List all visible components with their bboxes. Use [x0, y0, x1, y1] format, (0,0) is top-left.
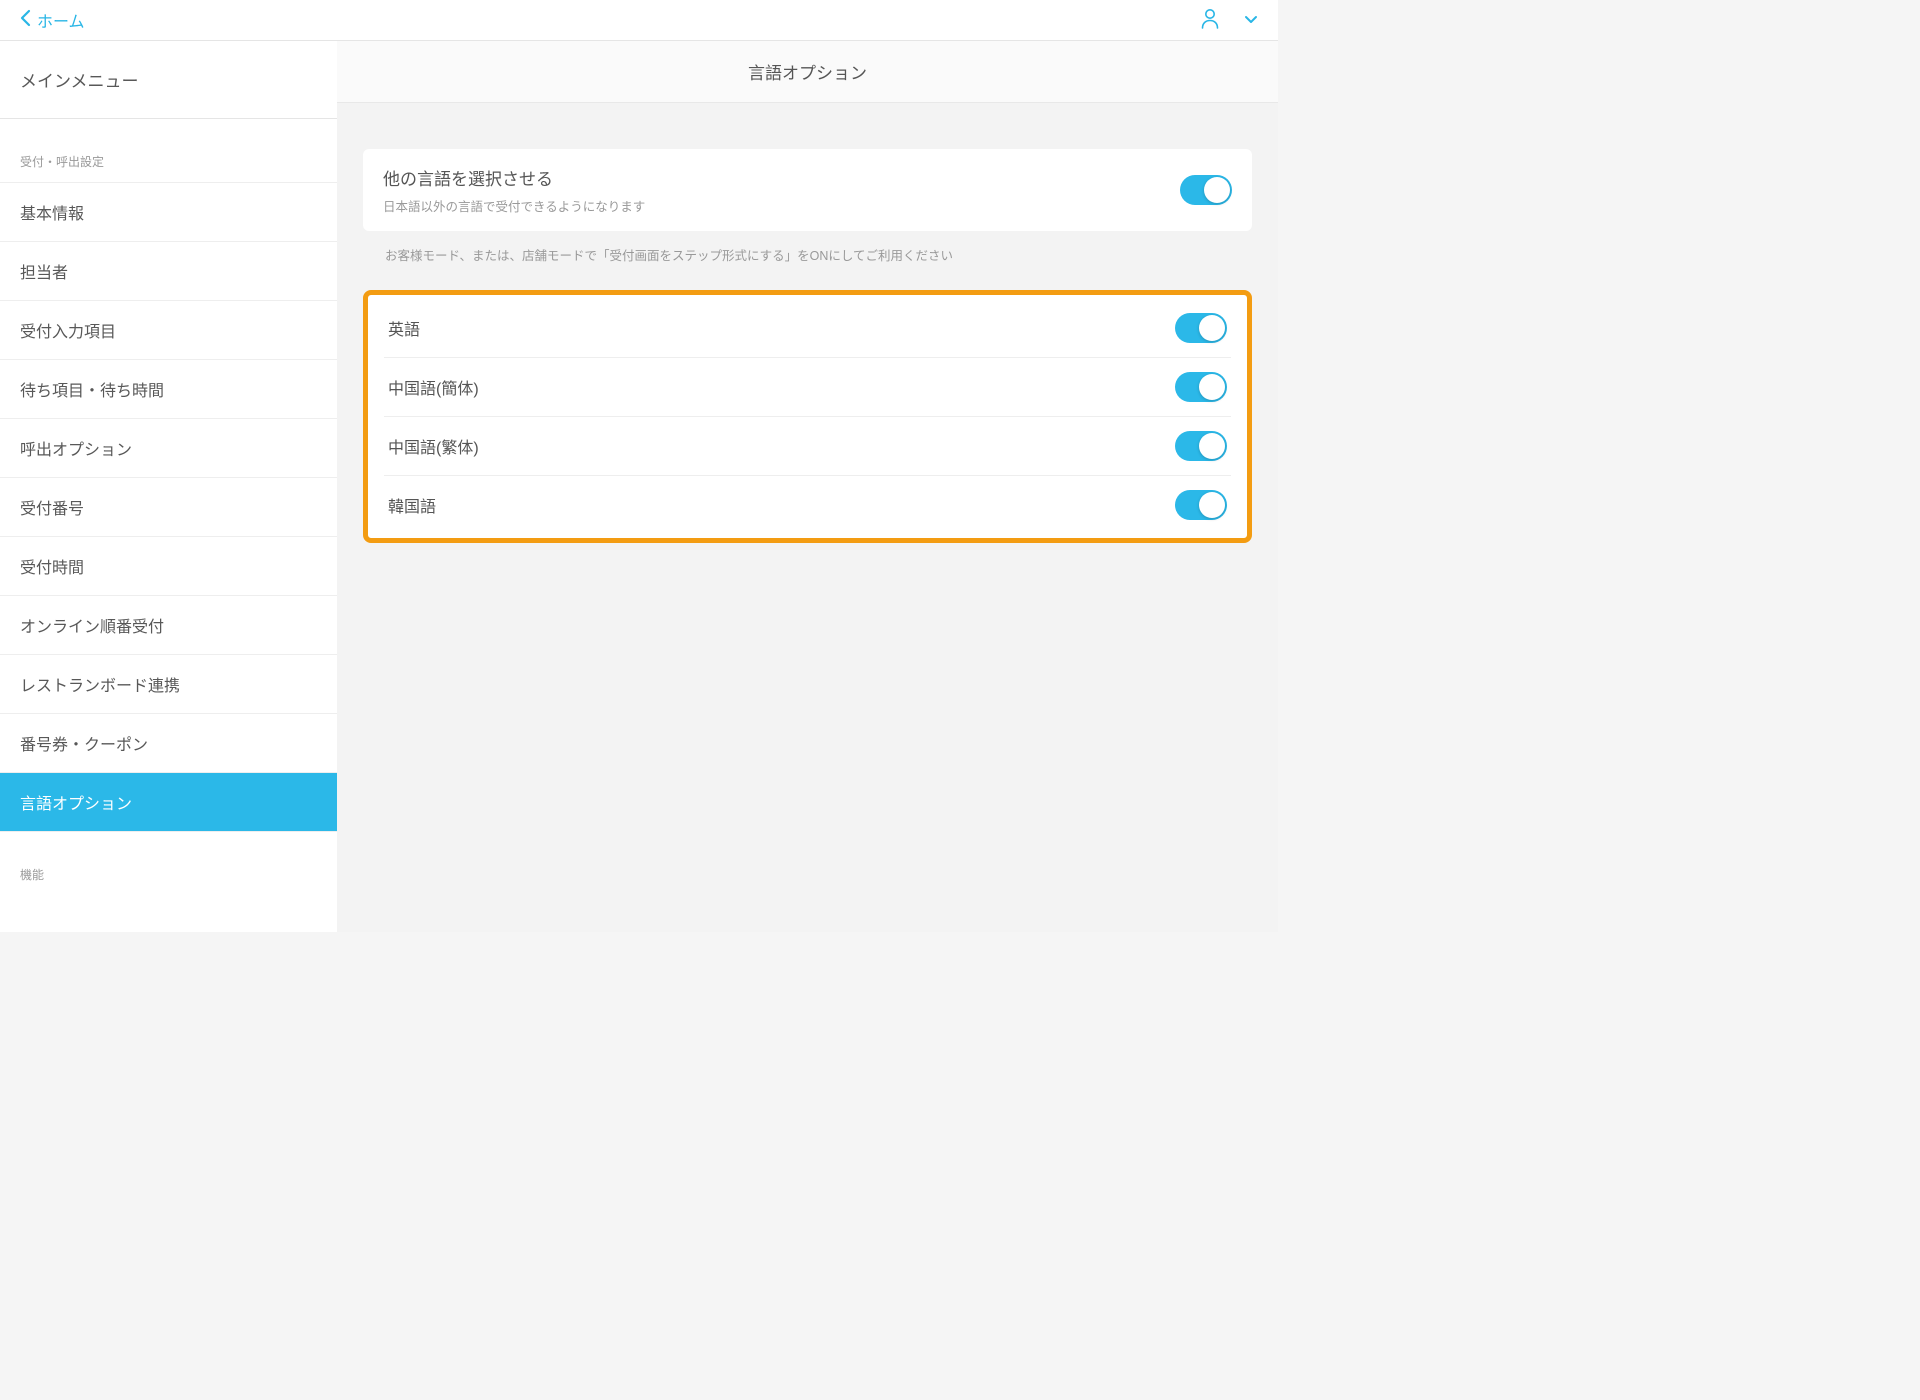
toggle-knob — [1199, 315, 1225, 341]
language-toggle-korean[interactable] — [1175, 490, 1227, 520]
sidebar-section-label: 受付・呼出設定 — [0, 119, 337, 182]
sidebar-item-reception-number[interactable]: 受付番号 — [0, 478, 337, 537]
sidebar-item-wait-items[interactable]: 待ち項目・待ち時間 — [0, 360, 337, 419]
sidebar-item-reception-time[interactable]: 受付時間 — [0, 537, 337, 596]
toggle-knob — [1199, 433, 1225, 459]
user-icon[interactable] — [1200, 7, 1220, 34]
language-toggle-english[interactable] — [1175, 313, 1227, 343]
language-row-chinese-traditional: 中国語(繁体) — [384, 417, 1231, 476]
sidebar-item-restaurant-board[interactable]: レストランボード連携 — [0, 655, 337, 714]
language-toggle-chinese-traditional[interactable] — [1175, 431, 1227, 461]
language-toggle-chinese-simplified[interactable] — [1175, 372, 1227, 402]
language-row-korean: 韓国語 — [384, 476, 1231, 534]
language-row-chinese-simplified: 中国語(簡体) — [384, 358, 1231, 417]
language-row-english: 英語 — [384, 299, 1231, 358]
card-title: 他の言語を選択させる — [383, 165, 1180, 190]
sidebar-item-reception-fields[interactable]: 受付入力項目 — [0, 301, 337, 360]
back-button[interactable]: ホーム — [20, 8, 85, 32]
language-label: 英語 — [388, 316, 420, 340]
main-panel: 言語オプション 他の言語を選択させる 日本語以外の言語で受付できるようになります… — [337, 41, 1278, 932]
language-label: 中国語(繁体) — [388, 434, 479, 458]
app-header: ホーム — [0, 0, 1278, 41]
page-title: 言語オプション — [337, 41, 1278, 103]
toggle-knob — [1199, 374, 1225, 400]
header-right — [1200, 7, 1258, 34]
enable-other-languages-toggle[interactable] — [1180, 175, 1232, 205]
toggle-knob — [1199, 492, 1225, 518]
languages-highlighted-box: 英語 中国語(簡体) 中国語(繁体) — [363, 290, 1252, 543]
card-subtitle: 日本語以外の言語で受付できるようになります — [383, 196, 1180, 215]
sidebar-section-label-2: 機能 — [0, 832, 337, 895]
enable-other-languages-card: 他の言語を選択させる 日本語以外の言語で受付できるようになります — [363, 149, 1252, 231]
language-label: 韓国語 — [388, 493, 436, 517]
sidebar-item-basic-info[interactable]: 基本情報 — [0, 182, 337, 242]
sidebar-item-staff[interactable]: 担当者 — [0, 242, 337, 301]
sidebar-item-ticket-coupon[interactable]: 番号券・クーポン — [0, 714, 337, 773]
back-label: ホーム — [37, 8, 85, 32]
toggle-knob — [1204, 177, 1230, 203]
language-label: 中国語(簡体) — [388, 375, 479, 399]
sidebar-item-call-options[interactable]: 呼出オプション — [0, 419, 337, 478]
chevron-down-icon[interactable] — [1244, 11, 1258, 29]
chevron-left-icon — [20, 9, 31, 32]
sidebar: メインメニュー 受付・呼出設定 基本情報 担当者 受付入力項目 待ち項目・待ち時… — [0, 41, 337, 932]
sidebar-main-menu[interactable]: メインメニュー — [0, 41, 337, 119]
sidebar-item-language-options[interactable]: 言語オプション — [0, 773, 337, 832]
hint-text: お客様モード、または、店舗モードで「受付画面をステップ形式にする」をONにしてご… — [363, 231, 1252, 264]
sidebar-item-online-queue[interactable]: オンライン順番受付 — [0, 596, 337, 655]
